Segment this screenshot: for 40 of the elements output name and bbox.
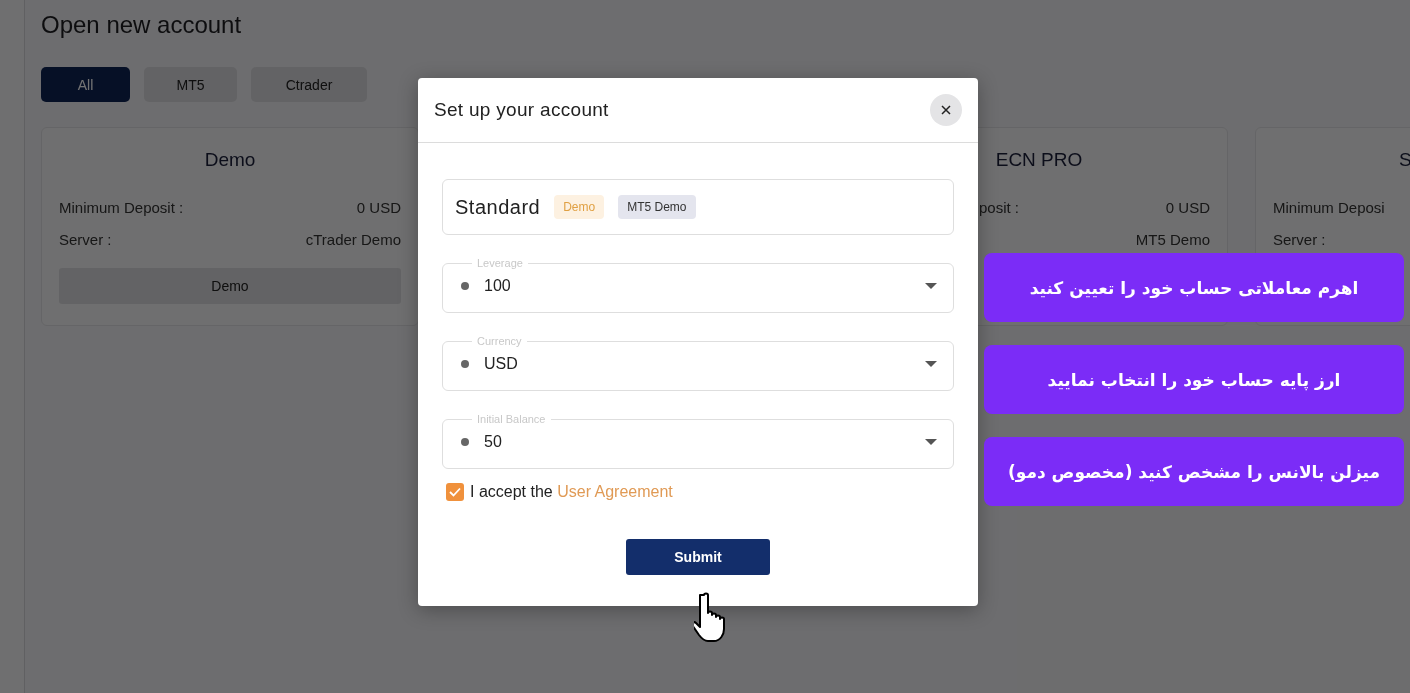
page-title: Open new account — [41, 10, 243, 40]
close-icon — [941, 105, 951, 115]
bullet-icon — [461, 360, 469, 368]
account-name: Standard — [455, 195, 541, 219]
instruction-callout: میزلن بالانس را مشخص کنید (مخصوص دمو) — [984, 437, 1404, 506]
caret-icon — [925, 361, 937, 367]
field-value: 50 — [484, 433, 503, 451]
close-button[interactable] — [930, 94, 962, 126]
detail-label: Minimum Deposit : — [59, 198, 184, 218]
detail-label: posit : — [979, 198, 1020, 218]
instruction-callout: ارز پایه حساب خود را انتخاب نمایید — [984, 345, 1404, 414]
card-title: ECN PRO — [994, 148, 1084, 172]
caret-icon — [925, 283, 937, 289]
detail-value: MT5 Demo — [1135, 230, 1210, 250]
agreement-text: I accept the User Agreement — [470, 483, 673, 501]
dialog-title: Set up your account — [434, 99, 609, 121]
detail-label: Server : — [59, 230, 112, 250]
detail-label: Minimum Deposi — [1273, 198, 1385, 218]
filter-tab[interactable]: MT5 — [144, 67, 237, 102]
card-title: S — [1398, 148, 1410, 172]
detail-value: 0 USD — [1165, 198, 1210, 218]
agreement-checkbox[interactable] — [446, 483, 464, 501]
caret-icon — [925, 439, 937, 445]
filter-tab[interactable]: Ctrader — [251, 67, 367, 102]
server-tag: MT5 Demo — [618, 195, 696, 219]
checkmark-icon — [449, 487, 461, 497]
field-value: 100 — [484, 277, 512, 295]
card-title: Demo — [203, 148, 257, 172]
field-value: USD — [484, 355, 519, 373]
bullet-icon — [461, 438, 469, 446]
detail-value: cTrader Demo — [305, 230, 401, 250]
filter-tab[interactable]: All — [41, 67, 130, 102]
user-agreement-link[interactable]: User Agreement — [557, 483, 673, 500]
detail-label: Server : — [1273, 230, 1326, 250]
account-type-tag: Demo — [554, 195, 605, 219]
detail-value: 0 USD — [356, 198, 401, 218]
instruction-callout: اهرم معاملاتی حساب خود را تعیین کنید — [984, 253, 1404, 322]
open-account-button[interactable]: Demo — [59, 268, 401, 304]
bullet-icon — [461, 282, 469, 290]
submit-button[interactable]: Submit — [626, 539, 770, 575]
